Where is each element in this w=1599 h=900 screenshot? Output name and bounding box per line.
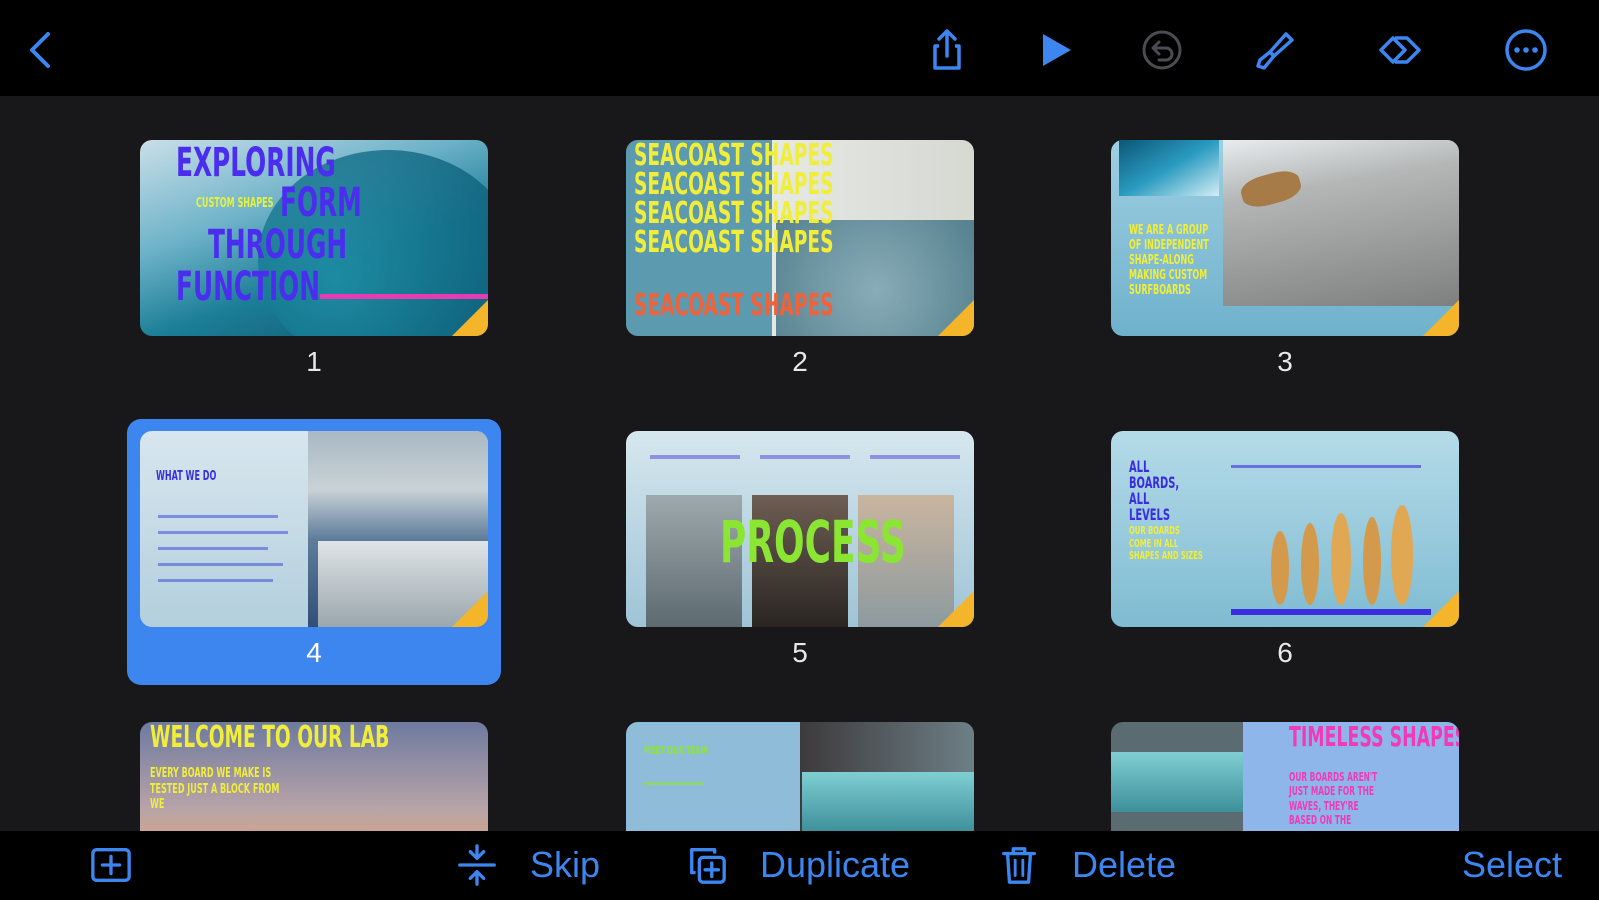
skip-label: Skip — [530, 844, 601, 885]
play-icon[interactable] — [1027, 22, 1083, 78]
slide-7-body: EVERY BOARD WE MAKE IS TESTED JUST A BLO… — [150, 766, 280, 813]
slide-corner-badge — [938, 591, 974, 627]
slide-corner-badge — [452, 591, 488, 627]
slide-9-title: TIMELESS SHAPES — [1289, 722, 1459, 753]
share-icon[interactable] — [919, 22, 975, 78]
select-label: Select — [1462, 844, 1563, 885]
duplicate-label: Duplicate — [760, 844, 911, 885]
slide-3-body: WE ARE A GROUP OF INDEPENDENT SHAPE-ALON… — [1129, 223, 1209, 298]
back-icon[interactable] — [14, 22, 70, 78]
slide-6-title: ALL BOARDS, ALL LEVELS — [1129, 457, 1180, 524]
slide-corner-badge — [1423, 591, 1459, 627]
slide-2-footer: SEACOAST SHAPES — [634, 288, 834, 323]
animate-icon[interactable] — [1371, 22, 1427, 78]
slide-1-title-line-4: FUNCTION — [176, 264, 321, 310]
slide-number-5: 5 — [792, 637, 808, 668]
paintbrush-icon[interactable] — [1246, 22, 1302, 78]
undo-icon[interactable] — [1134, 22, 1190, 78]
slide-6-body: OUR BOARDS COME IN ALL SHAPES AND SIZES — [1129, 524, 1203, 563]
slide-4-title: WHAT WE DO — [156, 469, 217, 484]
slide-1-title-line-3: THROUGH — [208, 222, 348, 268]
trash-icon — [1002, 847, 1036, 884]
top-toolbar — [0, 0, 1599, 96]
slide-1-subtitle: CUSTOM SHAPES — [196, 196, 274, 211]
slide-corner-badge — [452, 300, 488, 336]
slide-2-title-line-4: SEACOAST SHAPES — [634, 225, 834, 260]
slide-number-2: 2 — [792, 346, 808, 377]
slide-number-4: 4 — [306, 637, 322, 668]
add-slide-button[interactable] — [90, 843, 164, 887]
skip-button[interactable]: Skip — [456, 843, 600, 887]
slide-1-title-line-1: EXPLORING — [176, 140, 336, 186]
slide-5-title: PROCESS — [720, 508, 906, 576]
slide-8-title: MEET OUR TEAM — [644, 744, 708, 757]
more-icon[interactable] — [1498, 22, 1554, 78]
slide-number-3: 3 — [1277, 346, 1293, 377]
duplicate-button[interactable]: Duplicate — [686, 843, 910, 887]
slide-corner-badge — [938, 300, 974, 336]
slide-grid: EXPLORING FORM THROUGH FUNCTION CUSTOM S… — [0, 96, 1599, 831]
slide-corner-badge — [1423, 300, 1459, 336]
slide-9-body: OUR BOARDS AREN'T JUST MADE FOR THE WAVE… — [1289, 770, 1378, 828]
slide-number-1: 1 — [306, 346, 322, 377]
bottom-toolbar: Skip Duplicate Delete Select — [0, 831, 1599, 900]
slide-1-title-line-2: FORM — [280, 180, 362, 226]
select-button[interactable]: Select — [1462, 843, 1562, 887]
duplicate-icon — [690, 848, 726, 884]
add-slide-icon — [91, 848, 131, 882]
slide-7-title: WELCOME TO OUR LAB — [150, 722, 390, 755]
delete-button[interactable]: Delete — [998, 843, 1176, 887]
delete-label: Delete — [1072, 844, 1177, 885]
slide-number-6: 6 — [1277, 637, 1293, 668]
skip-icon — [458, 844, 496, 886]
